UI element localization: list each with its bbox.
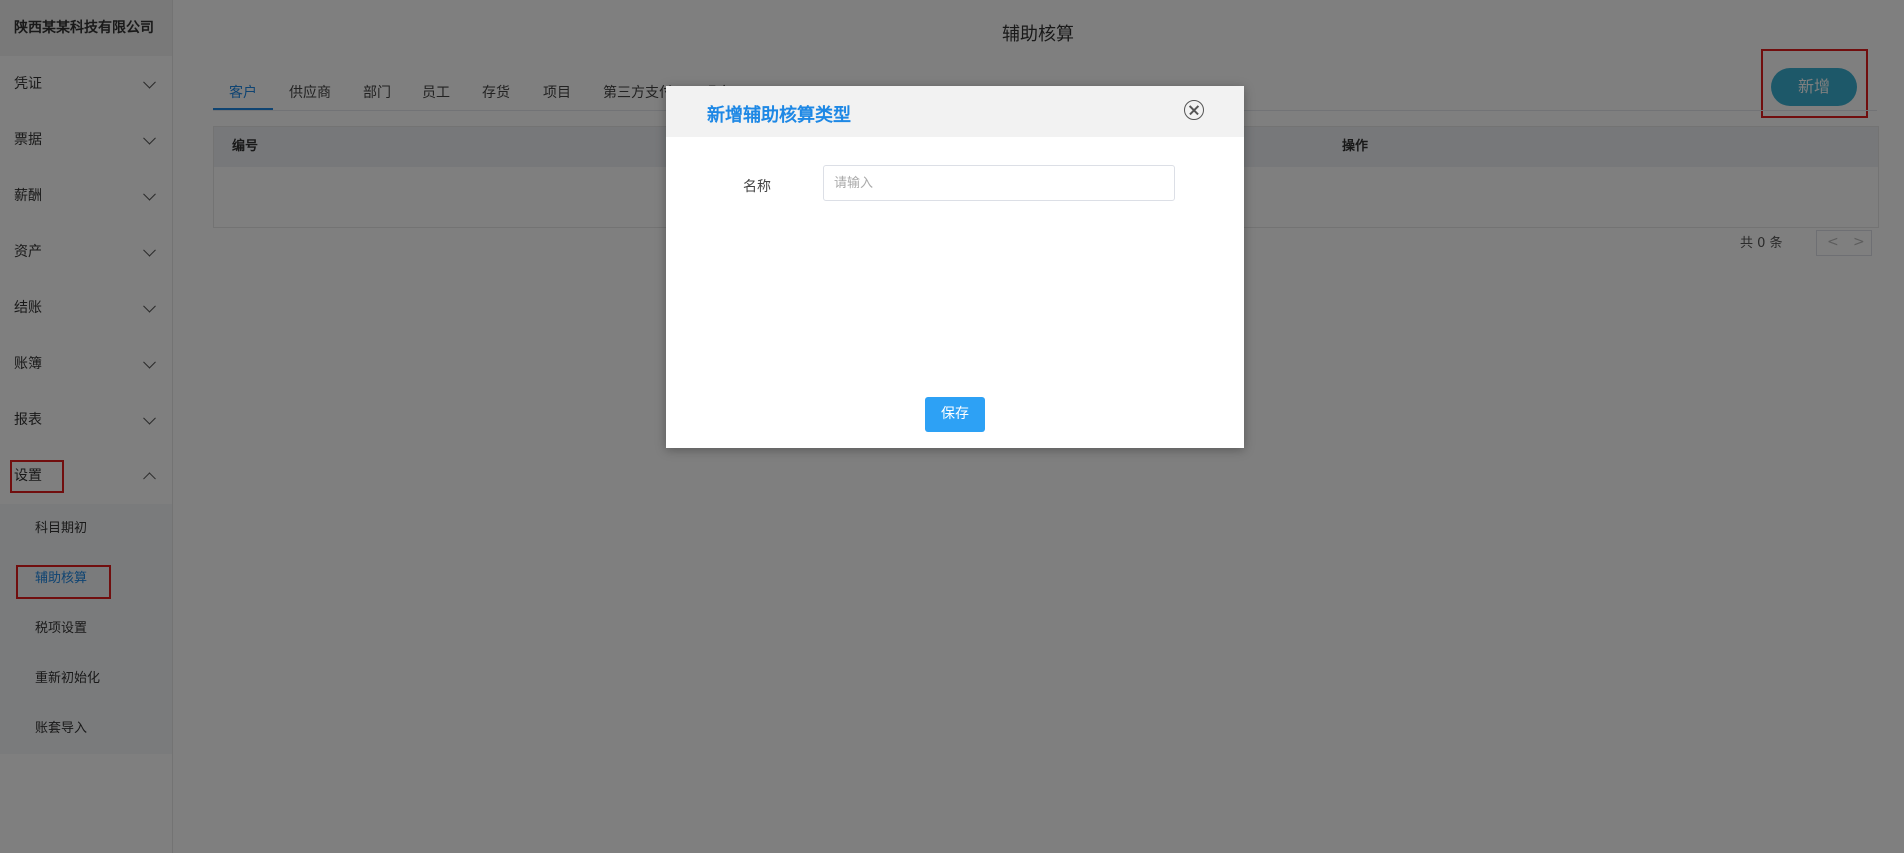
dialog-header: 新增辅助核算类型 <box>666 86 1244 137</box>
name-input[interactable] <box>823 165 1175 201</box>
name-label: 名称 <box>743 179 771 195</box>
close-icon[interactable] <box>1184 100 1204 120</box>
save-button[interactable]: 保存 <box>925 397 985 432</box>
add-auxiliary-type-dialog: 新增辅助核算类型 名称 保存 <box>666 86 1244 448</box>
dialog-title: 新增辅助核算类型 <box>707 105 851 126</box>
